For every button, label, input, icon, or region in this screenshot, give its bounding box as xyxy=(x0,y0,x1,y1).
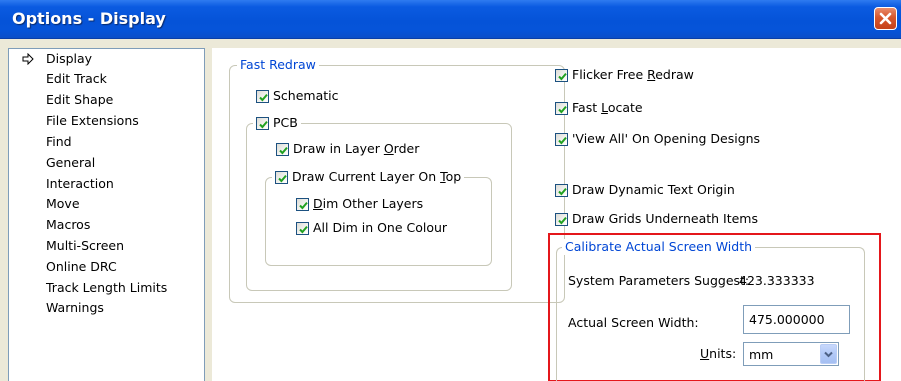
sidebar-item-multi-screen[interactable]: Multi-Screen xyxy=(46,236,124,256)
sidebar-item-online-drc[interactable]: Online DRC xyxy=(46,257,117,277)
checkbox-box[interactable] xyxy=(256,116,269,130)
all-dim-one-colour-label: All Dim in One Colour xyxy=(313,220,448,235)
check-icon xyxy=(558,187,567,195)
checkbox-box[interactable] xyxy=(275,170,288,184)
window-title: Options - Display xyxy=(12,9,166,28)
check-icon xyxy=(278,174,287,182)
draw-dynamic-text-origin-checkbox[interactable]: Draw Dynamic Text Origin xyxy=(555,182,735,198)
units-value: mm xyxy=(749,347,774,362)
check-icon xyxy=(259,120,268,128)
sidebar-item-move[interactable]: Move xyxy=(46,194,80,214)
draw-in-layer-order-checkbox[interactable]: Draw in Layer Order xyxy=(276,141,419,157)
options-dialog: Options - Display Display Edit Track Edi… xyxy=(0,0,901,381)
all-dim-one-colour-checkbox[interactable]: All Dim in One Colour xyxy=(296,220,447,236)
access-key: L xyxy=(601,100,608,115)
checkbox-box[interactable] xyxy=(555,183,568,197)
label-text: nits: xyxy=(709,346,737,361)
checkbox-box[interactable] xyxy=(296,197,309,211)
draw-current-layer-checkbox[interactable]: Draw Current Layer On Top xyxy=(272,169,465,185)
draw-grids-underneath-checkbox[interactable]: Draw Grids Underneath Items xyxy=(555,211,758,227)
draw-grids-underneath-label: Draw Grids Underneath Items xyxy=(572,211,758,226)
schematic-checkbox[interactable]: Schematic xyxy=(256,88,339,104)
draw-dynamic-text-origin-label: Draw Dynamic Text Origin xyxy=(572,182,735,197)
chevron-down-icon xyxy=(824,351,833,357)
pcb-checkbox[interactable]: PCB xyxy=(253,115,301,131)
suggest-value: 423.333333 xyxy=(739,273,815,288)
sidebar-item-display[interactable]: Display xyxy=(46,49,92,69)
checkbox-box[interactable] xyxy=(276,142,289,156)
check-icon xyxy=(558,72,567,80)
label-text: Draw Current Layer On xyxy=(292,169,441,184)
sidebar-item-interaction[interactable]: Interaction xyxy=(46,174,114,194)
flicker-free-redraw-label: Flicker Free Redraw xyxy=(572,67,694,83)
check-icon xyxy=(558,105,567,113)
sidebar-item-track-length-limits[interactable]: Track Length Limits xyxy=(46,278,167,298)
label-text: Flicker Free xyxy=(572,67,648,82)
check-icon xyxy=(558,136,567,144)
checkbox-box[interactable] xyxy=(256,89,269,103)
check-icon xyxy=(299,201,308,209)
close-button[interactable] xyxy=(874,7,897,30)
access-key: U xyxy=(700,346,710,361)
display-options-panel: Fast Redraw Schematic PCB Draw in Layer … xyxy=(212,48,901,381)
checkbox-box[interactable] xyxy=(555,101,568,115)
calibrate-title: Calibrate Actual Screen Width xyxy=(562,239,756,255)
units-label: Units: xyxy=(700,346,736,362)
flicker-free-redraw-checkbox[interactable]: Flicker Free Redraw xyxy=(555,67,694,83)
pcb-label: PCB xyxy=(273,115,298,130)
dropdown-button[interactable] xyxy=(820,344,837,364)
check-icon xyxy=(299,225,308,233)
dim-other-layers-label: Dim Other Layers xyxy=(313,196,423,212)
access-key: D xyxy=(313,196,323,211)
label-text: Draw in Layer xyxy=(293,141,384,156)
fast-locate-checkbox[interactable]: Fast Locate xyxy=(555,100,643,116)
label-text: rder xyxy=(393,141,420,156)
checkbox-box[interactable] xyxy=(555,212,568,226)
right-arrow-icon xyxy=(22,53,34,65)
label-text: im Other Layers xyxy=(322,196,424,211)
check-icon xyxy=(279,146,288,154)
checkbox-box[interactable] xyxy=(555,132,568,146)
view-all-on-opening-checkbox[interactable]: 'View All' On Opening Designs xyxy=(555,131,760,147)
draw-in-layer-order-label: Draw in Layer Order xyxy=(293,141,419,157)
label-text: edraw xyxy=(655,67,694,82)
label-text: Fast xyxy=(572,100,602,115)
label-text: op xyxy=(445,169,462,184)
suggest-label: System Parameters Suggest: xyxy=(568,273,750,288)
sidebar-item-macros[interactable]: Macros xyxy=(46,215,90,235)
sidebar-item-find[interactable]: Find xyxy=(46,132,72,152)
actual-width-label: Actual Screen Width: xyxy=(568,315,699,330)
checkbox-box[interactable] xyxy=(555,68,568,82)
draw-current-layer-label: Draw Current Layer On Top xyxy=(292,169,461,185)
close-icon xyxy=(879,12,892,25)
sidebar-item-general[interactable]: General xyxy=(46,153,95,173)
access-key: O xyxy=(383,141,394,156)
fast-redraw-title: Fast Redraw xyxy=(237,57,319,73)
sidebar-item-file-extensions[interactable]: File Extensions xyxy=(46,111,139,131)
sidebar-item-edit-shape[interactable]: Edit Shape xyxy=(46,90,113,110)
check-icon xyxy=(259,93,268,101)
options-category-list[interactable]: Display Edit Track Edit Shape File Exten… xyxy=(8,48,205,381)
dim-other-layers-checkbox[interactable]: Dim Other Layers xyxy=(296,196,423,212)
actual-width-input[interactable] xyxy=(743,305,850,334)
view-all-on-opening-label: 'View All' On Opening Designs xyxy=(572,131,761,146)
fast-locate-label: Fast Locate xyxy=(572,100,643,116)
checkbox-box[interactable] xyxy=(296,221,309,235)
schematic-label: Schematic xyxy=(273,88,339,103)
units-select[interactable]: mm xyxy=(743,342,839,366)
label-text: ocate xyxy=(607,100,643,115)
check-icon xyxy=(558,216,567,224)
title-bar[interactable]: Options - Display xyxy=(0,0,901,39)
sidebar-item-edit-track[interactable]: Edit Track xyxy=(46,69,107,89)
sidebar-item-warnings[interactable]: Warnings xyxy=(46,298,104,318)
